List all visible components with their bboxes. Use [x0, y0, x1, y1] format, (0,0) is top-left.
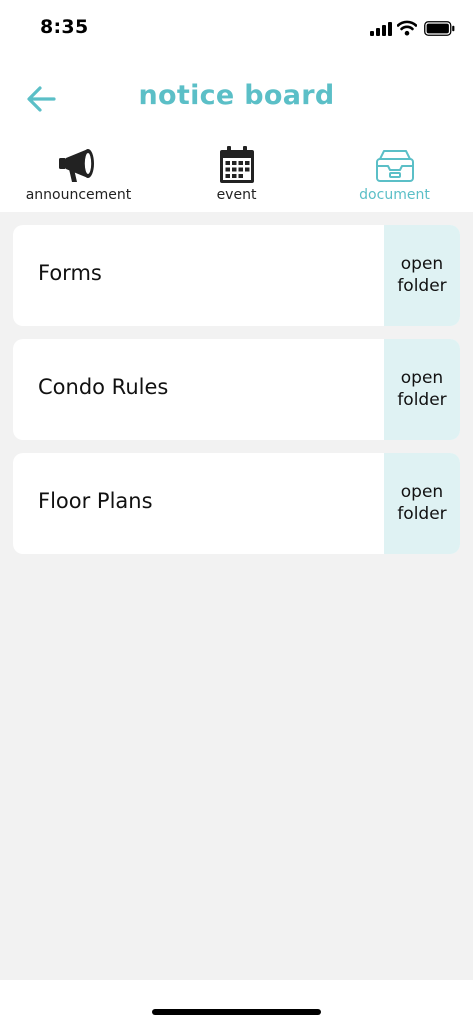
open-folder-label: open folder	[397, 482, 447, 524]
tab-event[interactable]: event	[158, 140, 315, 210]
cellular-signal-icon	[370, 22, 392, 36]
folder-list: Forms open folder Condo Rules open folder …	[13, 225, 460, 567]
archive-tray-icon	[375, 150, 414, 182]
megaphone-icon	[58, 149, 94, 182]
folder-card[interactable]: Floor Plans open folder	[13, 453, 460, 554]
tab-event-label: event	[216, 187, 257, 203]
status-time: 8:35	[40, 16, 89, 38]
folder-card[interactable]: Condo Rules open folder	[13, 339, 460, 440]
open-folder-button[interactable]: open folder	[384, 339, 460, 440]
open-folder-button[interactable]: open folder	[384, 225, 460, 326]
home-indicator[interactable]	[152, 1009, 321, 1015]
folder-name: Forms	[38, 261, 102, 285]
open-folder-label: open folder	[397, 254, 447, 296]
wifi-icon	[397, 20, 417, 36]
folder-name: Floor Plans	[38, 489, 153, 513]
calendar-icon	[219, 146, 254, 183]
status-bar: 8:35	[0, 0, 473, 60]
folder-card[interactable]: Forms open folder	[13, 225, 460, 326]
open-folder-label: open folder	[397, 368, 447, 410]
bottom-bar	[0, 980, 473, 1024]
tab-bar: announcement event document	[0, 140, 473, 210]
tab-document-label: document	[359, 187, 430, 203]
open-folder-button[interactable]: open folder	[384, 453, 460, 554]
tab-announcement-label: announcement	[25, 187, 132, 203]
tab-document[interactable]: document	[316, 140, 473, 210]
page-title: notice board	[138, 80, 335, 111]
header: notice board	[0, 70, 473, 128]
tab-announcement[interactable]: announcement	[0, 140, 157, 210]
folder-name: Condo Rules	[38, 375, 169, 399]
battery-icon	[424, 21, 455, 36]
